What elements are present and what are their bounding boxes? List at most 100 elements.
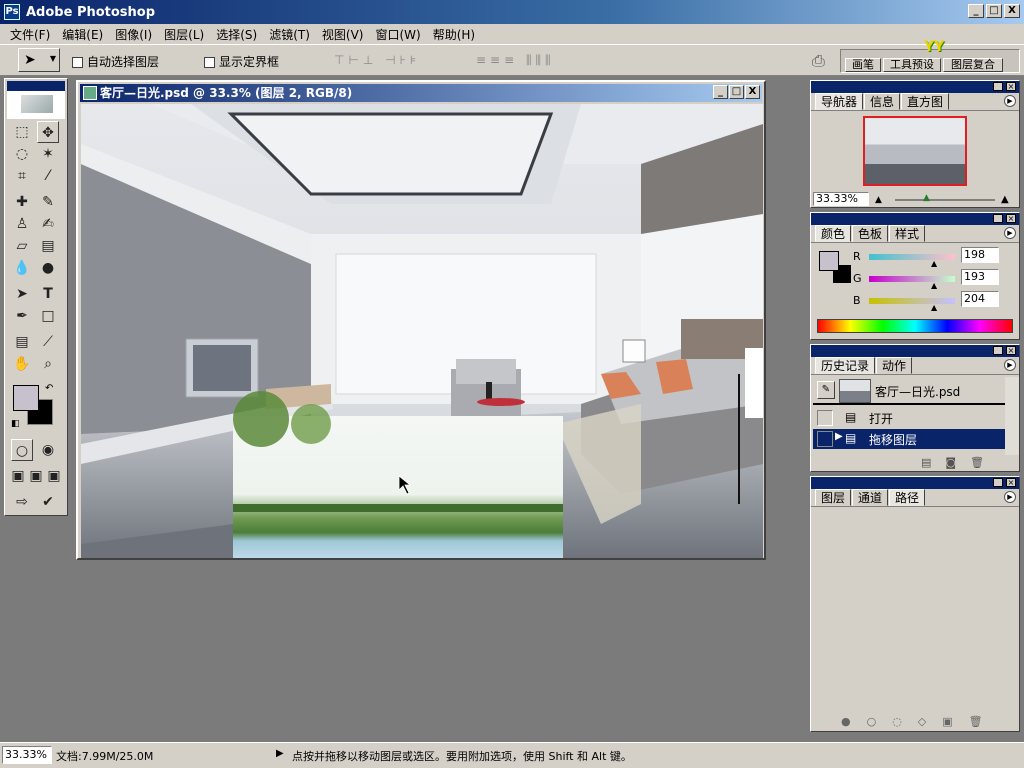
menu-edit[interactable]: 编辑(E) [56,26,109,43]
history-brush-source-icon[interactable]: ✎ [817,381,835,399]
panel-menu-icon[interactable]: ▶ [1004,491,1016,503]
auto-select-option[interactable]: 自动选择图层 [72,53,159,70]
g-value-field[interactable]: 193 [961,269,999,285]
screen-mode-full-icon[interactable]: ▣ [45,465,63,487]
menu-view[interactable]: 视图(V) [316,26,370,43]
tab-navigator[interactable]: 导航器 [815,93,864,110]
panel-menu-icon[interactable]: ▶ [1004,227,1016,239]
color-panel-titlebar[interactable]: × [811,213,1019,225]
default-colors-icon[interactable]: ◧ [11,419,20,429]
panel-minimize-button[interactable] [993,478,1003,487]
move-tool-icon[interactable]: ✥ [37,121,59,143]
tab-layers[interactable]: 图层 [815,489,852,506]
zoom-out-icon[interactable]: ▲ [875,195,882,205]
panel-menu-icon[interactable]: ▶ [1004,95,1016,107]
path-select-icon[interactable]: ➤ [11,283,33,305]
distribute-icons[interactable]: ≡≡≡ ⫼⫼⫼ [476,53,606,69]
status-doc-size[interactable]: 文档:7.99M/25.0M [56,748,153,764]
maximize-button[interactable]: □ [986,4,1002,18]
history-scrollbar[interactable] [1005,377,1019,455]
tab-channels[interactable]: 通道 [852,489,889,506]
status-menu-icon[interactable]: ▶ [276,748,284,759]
slice-tool-icon[interactable]: ⁄ [37,165,59,187]
history-footer-icons[interactable]: ▤◙🗑 [921,456,998,469]
g-slider[interactable] [869,276,955,282]
zoom-tool-icon[interactable]: ⌕ [37,353,59,375]
zoom-slider-thumb[interactable]: ▲ [923,193,930,203]
clone-stamp-icon[interactable]: ♙ [11,213,33,235]
color-panel-fg-swatch[interactable] [819,251,839,271]
checkmark-icon[interactable]: ✔ [37,491,59,513]
auto-select-checkbox[interactable] [72,57,83,68]
dodge-tool-icon[interactable]: ● [37,257,59,279]
panel-menu-icon[interactable]: ▶ [1004,359,1016,371]
document-titlebar[interactable]: 客厅—日光.psd @ 33.3% (图层 2, RGB/8) _ □ X [80,84,762,102]
layers-panel-titlebar[interactable]: × [811,477,1019,489]
zoom-slider-track[interactable] [895,199,995,201]
color-ramp[interactable] [817,319,1013,333]
tab-styles[interactable]: 样式 [889,225,926,242]
well-tab-brushes[interactable]: 画笔 [845,58,881,72]
history-panel-titlebar[interactable]: × [811,345,1019,357]
doc-maximize-button[interactable]: □ [729,85,744,99]
doc-minimize-button[interactable]: _ [713,85,728,99]
screen-mode-full-menu-icon[interactable]: ▣ [27,465,45,487]
zoom-in-icon[interactable]: ▲ [1001,194,1009,205]
panel-close-button[interactable]: × [1006,82,1016,91]
b-slider-thumb[interactable]: ▲ [931,303,937,312]
foreground-color-swatch[interactable] [13,385,39,411]
tab-info[interactable]: 信息 [864,93,901,110]
lasso-tool-icon[interactable]: ◌ [11,143,33,165]
panel-minimize-button[interactable] [993,214,1003,223]
jump-to-imageready-icon[interactable]: ⇨ [11,491,33,513]
menu-image[interactable]: 图像(I) [109,26,158,43]
navigator-panel-titlebar[interactable]: × [811,81,1019,93]
magic-wand-icon[interactable]: ✶ [37,143,59,165]
standard-mode-icon[interactable]: ○ [11,439,33,461]
menu-window[interactable]: 窗口(W) [369,26,426,43]
crop-tool-icon[interactable]: ⌗ [11,165,33,187]
b-value-field[interactable]: 204 [961,291,999,307]
history-brush-icon[interactable]: ✍ [37,213,59,235]
panel-close-button[interactable]: × [1006,478,1016,487]
show-bounds-checkbox[interactable] [204,57,215,68]
shape-tool-icon[interactable]: □ [37,305,59,327]
menu-filter[interactable]: 滤镜(T) [263,26,316,43]
g-slider-thumb[interactable]: ▲ [931,281,937,290]
panel-close-button[interactable]: × [1006,214,1016,223]
swap-colors-icon[interactable]: ↶ [45,383,53,394]
history-checkbox[interactable] [817,410,833,426]
tab-actions[interactable]: 动作 [876,357,913,374]
tab-paths[interactable]: 路径 [889,489,926,506]
menu-select[interactable]: 选择(S) [210,26,263,43]
menu-file[interactable]: 文件(F) [4,26,56,43]
r-slider[interactable] [869,254,955,260]
show-bounds-option[interactable]: 显示定界框 [204,53,279,70]
pen-tool-icon[interactable]: ✒ [11,305,33,327]
tab-color[interactable]: 颜色 [815,225,852,242]
healing-brush-icon[interactable]: ✚ [11,191,33,213]
status-zoom-field[interactable]: 33.33% [2,746,52,764]
quick-mask-icon[interactable]: ◉ [37,439,59,461]
panel-minimize-button[interactable] [993,346,1003,355]
blur-tool-icon[interactable]: 💧 [11,257,33,279]
hand-tool-icon[interactable]: ✋ [11,353,33,375]
history-checkbox[interactable] [817,431,833,447]
menu-layer[interactable]: 图层(L) [158,26,210,43]
notes-tool-icon[interactable]: ▤ [11,331,33,353]
r-value-field[interactable]: 198 [961,247,999,263]
menu-help[interactable]: 帮助(H) [427,26,481,43]
file-browser-icon[interactable]: ⎙ [812,51,825,71]
canvas[interactable] [81,104,763,558]
b-slider[interactable] [869,298,955,304]
type-tool-icon[interactable]: T [37,283,59,305]
panel-minimize-button[interactable] [993,82,1003,91]
well-tab-layer-comps[interactable]: 图层复合 [943,58,1003,72]
tab-histogram[interactable]: 直方图 [901,93,950,110]
eyedropper-icon[interactable]: ⟋ [37,331,59,353]
navigator-thumbnail[interactable] [863,116,967,186]
paths-footer-icons[interactable]: ●○◌◇▣🗑 [841,715,999,728]
gradient-tool-icon[interactable]: ▤ [37,235,59,257]
well-tab-tool-presets[interactable]: 工具预设 [883,58,941,72]
toolbox-header[interactable] [7,81,65,119]
